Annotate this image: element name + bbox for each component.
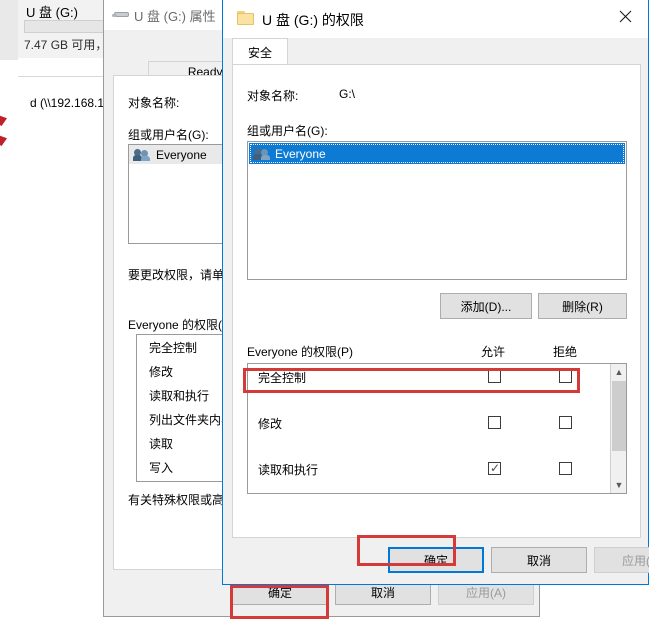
tab-security-permissions[interactable]: 安全 bbox=[232, 38, 288, 65]
permission-name: 读取和执行 bbox=[258, 463, 319, 477]
red-arrow-mark-2 bbox=[0, 134, 7, 146]
permissions-checkbox-grid[interactable]: 完全控制 修改 读取和执行 ✓ 列出文件夹内容 bbox=[247, 363, 627, 494]
properties-group-label: 组或用户名(G): bbox=[128, 128, 209, 142]
drive-icon bbox=[112, 9, 129, 19]
red-arrow-mark-1 bbox=[0, 114, 7, 126]
properties-object-name-label: 对象名称: bbox=[128, 96, 180, 110]
chevron-down-icon[interactable]: ▼ bbox=[611, 477, 626, 493]
permissions-tabstrip: 安全 bbox=[223, 38, 648, 65]
permissions-apply-button: 应用(A) bbox=[594, 547, 649, 573]
explorer-left-band bbox=[0, 0, 18, 60]
folder-icon bbox=[237, 11, 254, 25]
permissions-ok-button[interactable]: 确定 bbox=[388, 547, 484, 573]
permissions-cancel-button[interactable]: 取消 bbox=[491, 547, 587, 573]
deny-checkbox[interactable] bbox=[559, 416, 572, 429]
deny-checkbox[interactable] bbox=[559, 370, 572, 383]
permission-row-read-execute[interactable]: 读取和执行 ✓ bbox=[248, 458, 626, 481]
allow-checkbox[interactable]: ✓ bbox=[488, 462, 501, 475]
permissions-titlebar: U 盘 (G:) 的权限 bbox=[223, 0, 648, 38]
permissions-page: 对象名称: G:\ 组或用户名(G): Everyone 添加(D)... 删除… bbox=[232, 64, 641, 538]
explorer-drive-title: U 盘 (G:) bbox=[26, 5, 78, 20]
properties-perm-row: 修改 bbox=[149, 365, 174, 379]
properties-perm-row: 写入 bbox=[149, 461, 174, 475]
permissions-scrollbar[interactable]: ▲ ▼ bbox=[610, 364, 626, 493]
permission-row-modify[interactable]: 修改 bbox=[248, 412, 626, 435]
users-icon bbox=[133, 148, 151, 162]
properties-perm-row: 读取和执行 bbox=[149, 389, 210, 403]
properties-group-item-label: Everyone bbox=[156, 147, 207, 162]
properties-perm-row: 列出文件夹内容 bbox=[149, 413, 234, 427]
permissions-object-name-label: 对象名称: bbox=[247, 89, 299, 103]
permissions-button-bar: 确定 取消 应用(A) bbox=[223, 538, 649, 584]
users-icon bbox=[253, 147, 271, 161]
permission-row-full-control[interactable]: 完全控制 bbox=[248, 366, 626, 389]
permissions-group-list[interactable]: Everyone bbox=[247, 141, 627, 280]
permissions-dialog: U 盘 (G:) 的权限 安全 对象名称: G:\ 组或用户名(G): Ever… bbox=[222, 0, 649, 585]
scrollbar-thumb[interactable] bbox=[612, 381, 626, 451]
properties-perm-row: 完全控制 bbox=[149, 341, 198, 355]
chevron-up-icon[interactable]: ▲ bbox=[611, 364, 626, 380]
properties-title: U 盘 (G:) 属性 bbox=[134, 9, 216, 24]
permissions-group-label: 组或用户名(G): bbox=[247, 124, 328, 138]
permissions-object-name-value: G:\ bbox=[339, 87, 356, 101]
close-icon[interactable] bbox=[602, 0, 648, 32]
permissions-list-label: Everyone 的权限(P) bbox=[247, 345, 354, 359]
permission-name: 完全控制 bbox=[258, 371, 307, 385]
deny-checkbox[interactable] bbox=[559, 462, 572, 475]
screenshot-root: U 盘 (G:) 7.47 GB 可用，共 ) d (\\192.168.1.1… bbox=[0, 0, 649, 625]
remove-user-button[interactable]: 删除(R) bbox=[538, 293, 627, 319]
allow-checkbox[interactable] bbox=[488, 416, 501, 429]
permissions-group-item-label: Everyone bbox=[275, 146, 326, 161]
add-user-button[interactable]: 添加(D)... bbox=[440, 293, 532, 319]
permissions-allow-column-header: 允许 bbox=[481, 345, 506, 359]
permissions-dialog-title: U 盘 (G:) 的权限 bbox=[262, 12, 364, 28]
permissions-group-list-item[interactable]: Everyone bbox=[249, 143, 625, 164]
allow-checkbox[interactable] bbox=[488, 370, 501, 383]
explorer-network-item[interactable]: d (\\192.168.1.1 bbox=[30, 96, 114, 110]
permissions-deny-column-header: 拒绝 bbox=[553, 345, 578, 359]
properties-permissions-label: Everyone 的权限(P) bbox=[128, 318, 235, 332]
permission-name: 修改 bbox=[258, 417, 283, 431]
properties-perm-row: 读取 bbox=[149, 437, 174, 451]
